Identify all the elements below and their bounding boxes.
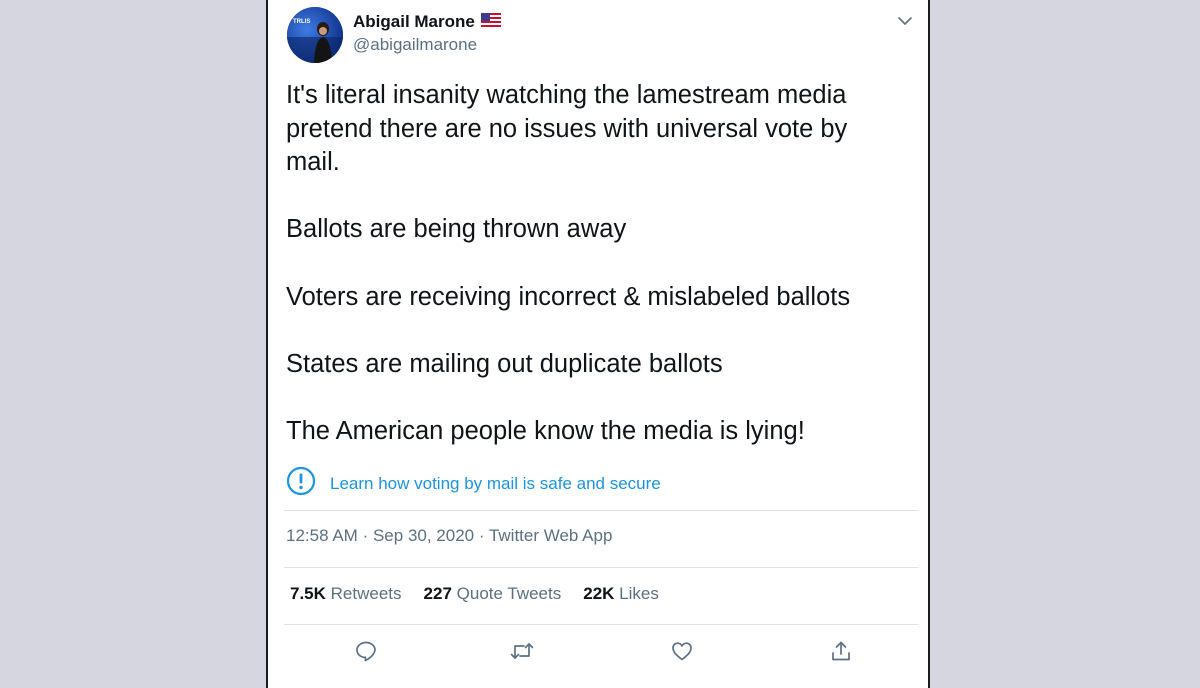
quote-tweets-stat[interactable]: 227 Quote Tweets xyxy=(424,584,562,604)
chevron-down-icon[interactable] xyxy=(896,12,914,30)
avatar-text: TRLIS xyxy=(293,19,310,25)
retweets-stat[interactable]: 7.5K Retweets xyxy=(290,584,402,604)
tweet-text: It's literal insanity watching the lames… xyxy=(286,79,906,449)
voting-info-notice[interactable]: Learn how voting by mail is safe and sec… xyxy=(286,466,661,501)
tweet-paragraph: The American people know the media is ly… xyxy=(286,416,805,445)
us-flag-icon xyxy=(480,12,501,32)
voting-info-link[interactable]: Learn how voting by mail is safe and sec… xyxy=(330,474,661,494)
meta-separator: · xyxy=(362,526,369,545)
divider xyxy=(284,624,918,625)
tweet-card: TRLIS Abigail Marone @abigailmarone It's… xyxy=(266,0,930,688)
likes-stat[interactable]: 22K Likes xyxy=(583,584,659,604)
retweets-count: 7.5K xyxy=(290,584,326,603)
tweet-paragraph: States are mailing out duplicate ballots xyxy=(286,349,723,378)
tweet-source[interactable]: Twitter Web App xyxy=(489,526,612,545)
tweet-meta: 12:58 AM · Sep 30, 2020 · Twitter Web Ap… xyxy=(286,526,612,546)
user-handle[interactable]: @abigailmarone xyxy=(353,35,477,55)
like-icon[interactable] xyxy=(669,638,695,664)
tweet-paragraph: Voters are receiving incorrect & mislabe… xyxy=(286,282,851,311)
retweets-label: Retweets xyxy=(330,584,402,603)
meta-separator: · xyxy=(478,526,485,545)
tweet-stats: 7.5K Retweets 227 Quote Tweets 22K Likes xyxy=(290,584,659,604)
reply-icon[interactable] xyxy=(353,638,379,664)
tweet-paragraph: Ballots are being thrown away xyxy=(286,215,627,244)
tweet-paragraph: It's literal insanity watching the lames… xyxy=(286,81,848,177)
likes-count: 22K xyxy=(583,584,615,603)
avatar[interactable]: TRLIS xyxy=(287,7,343,63)
likes-label: Likes xyxy=(619,584,659,603)
tweet-date[interactable]: Sep 30, 2020 xyxy=(373,526,474,545)
quote-tweets-count: 227 xyxy=(423,584,452,603)
info-exclamation-icon xyxy=(286,466,316,501)
retweet-icon[interactable] xyxy=(509,638,535,664)
divider xyxy=(284,510,918,511)
quote-tweets-label: Quote Tweets xyxy=(456,584,562,603)
share-icon[interactable] xyxy=(828,638,854,664)
divider xyxy=(284,567,918,568)
tweet-time[interactable]: 12:58 AM xyxy=(286,526,358,545)
display-name[interactable]: Abigail Marone xyxy=(353,12,475,32)
